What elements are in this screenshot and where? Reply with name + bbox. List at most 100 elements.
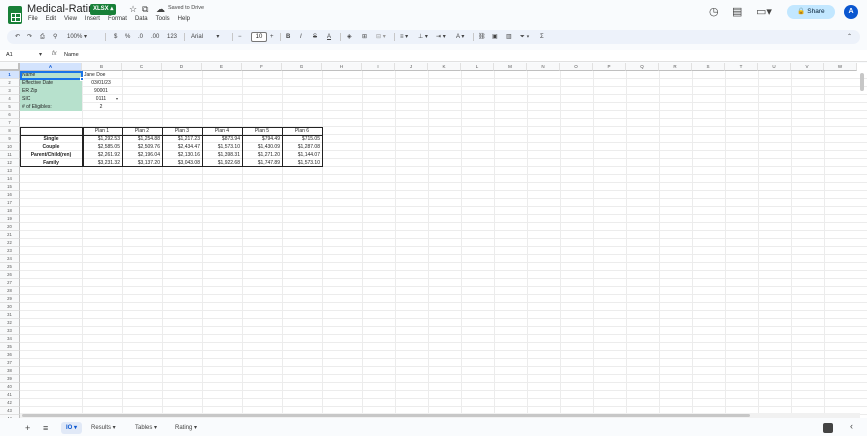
column-header-r[interactable]: R bbox=[659, 63, 692, 71]
menu-data[interactable]: Data bbox=[135, 16, 148, 22]
explore-icon[interactable] bbox=[823, 423, 833, 433]
row-header[interactable]: 12 bbox=[0, 159, 20, 167]
video-camera-icon[interactable]: ▭▾ bbox=[756, 5, 772, 18]
column-header-t[interactable]: T bbox=[725, 63, 758, 71]
fill-color-icon[interactable]: ◈ bbox=[347, 32, 352, 42]
column-header-h[interactable]: H bbox=[322, 63, 362, 71]
info-label[interactable]: ER Zip bbox=[20, 87, 82, 95]
row-header[interactable]: 8 bbox=[0, 127, 20, 135]
text-color-icon[interactable]: A bbox=[327, 32, 331, 42]
column-header-e[interactable]: E bbox=[202, 63, 242, 71]
column-header-j[interactable]: J bbox=[395, 63, 428, 71]
row-header[interactable]: 4 bbox=[0, 95, 20, 103]
borders-icon[interactable]: ⊞ bbox=[362, 32, 367, 42]
vertical-align-icon[interactable]: ⊥ ▾ bbox=[418, 32, 428, 42]
info-value[interactable]: 03/01/23 bbox=[88, 79, 114, 87]
menu-tools[interactable]: Tools bbox=[156, 16, 170, 22]
cloud-saved-icon[interactable]: ☁ bbox=[156, 2, 165, 16]
row-header[interactable]: 23 bbox=[0, 247, 20, 255]
row-header[interactable]: 17 bbox=[0, 199, 20, 207]
add-sheet-button[interactable]: + bbox=[25, 422, 30, 434]
info-value[interactable]: 90001 bbox=[88, 87, 114, 95]
text-wrapping-icon[interactable]: ⇥ ▾ bbox=[436, 32, 446, 42]
vertical-scrollbar-thumb[interactable] bbox=[860, 73, 864, 91]
functions-icon[interactable]: Σ bbox=[540, 32, 544, 42]
column-header-s[interactable]: S bbox=[692, 63, 725, 71]
sheet-tab-io[interactable]: IO ▾ bbox=[61, 422, 83, 434]
collapse-toolbar-icon[interactable]: ⌃ bbox=[847, 32, 852, 42]
row-header[interactable]: 33 bbox=[0, 327, 20, 335]
column-header-c[interactable]: C bbox=[122, 63, 162, 71]
column-header-k[interactable]: K bbox=[428, 63, 461, 71]
column-header-b[interactable]: B bbox=[82, 63, 122, 71]
row-header[interactable]: 35 bbox=[0, 343, 20, 351]
increase-font-size-button[interactable]: + bbox=[270, 32, 274, 42]
move-folder-icon[interactable]: ⧉ bbox=[142, 2, 148, 16]
avatar[interactable]: A bbox=[844, 5, 858, 19]
row-header[interactable]: 1 bbox=[0, 71, 20, 79]
row-header[interactable]: 15 bbox=[0, 183, 20, 191]
strikethrough-icon[interactable]: S bbox=[313, 32, 317, 42]
all-sheets-menu-icon[interactable]: ≡ bbox=[43, 422, 48, 434]
info-label[interactable]: # of Eligibles: bbox=[20, 103, 82, 111]
decrease-decimal-button[interactable]: .0 bbox=[138, 32, 143, 42]
menu-edit[interactable]: Edit bbox=[46, 16, 56, 22]
column-header-q[interactable]: Q bbox=[626, 63, 659, 71]
menu-file[interactable]: File bbox=[28, 16, 38, 22]
filter-icon[interactable]: ⏷ ▾ bbox=[520, 32, 529, 42]
horizontal-align-icon[interactable]: ≡ ▾ bbox=[400, 32, 408, 42]
row-header[interactable]: 36 bbox=[0, 351, 20, 359]
row-header[interactable]: 34 bbox=[0, 335, 20, 343]
menu-insert[interactable]: Insert bbox=[85, 16, 100, 22]
select-all-corner[interactable] bbox=[0, 63, 20, 71]
row-header[interactable]: 25 bbox=[0, 263, 20, 271]
name-box[interactable]: A1 bbox=[6, 52, 13, 58]
text-rotation-icon[interactable]: A ▾ bbox=[456, 32, 464, 42]
info-label[interactable]: SIC bbox=[20, 95, 82, 103]
row-header[interactable]: 37 bbox=[0, 359, 20, 367]
chevron-down-icon[interactable]: ▾ bbox=[116, 96, 118, 101]
column-header-p[interactable]: P bbox=[593, 63, 626, 71]
sheet-tab-rating[interactable]: Rating ▾ bbox=[170, 422, 202, 434]
percent-format-button[interactable]: % bbox=[125, 32, 130, 42]
row-header[interactable]: 26 bbox=[0, 271, 20, 279]
row-header[interactable]: 5 bbox=[0, 103, 20, 111]
undo-icon[interactable]: ↶ bbox=[15, 32, 20, 42]
sheet-tab-results[interactable]: Results ▾ bbox=[86, 422, 121, 434]
column-header-n[interactable]: N bbox=[527, 63, 560, 71]
row-header[interactable]: 14 bbox=[0, 175, 20, 183]
increase-decimal-button[interactable]: .00 bbox=[151, 32, 159, 42]
row-header[interactable]: 29 bbox=[0, 295, 20, 303]
column-header-i[interactable]: I bbox=[362, 63, 395, 71]
row-header[interactable]: 40 bbox=[0, 383, 20, 391]
insert-comment-icon[interactable]: ▣ bbox=[492, 32, 498, 42]
row-header[interactable]: 27 bbox=[0, 279, 20, 287]
sheet-tab-tables[interactable]: Tables ▾ bbox=[130, 422, 162, 434]
chevron-left-icon[interactable]: ‹ bbox=[850, 421, 853, 431]
history-icon[interactable]: ◷ bbox=[709, 5, 719, 18]
bold-icon[interactable]: B bbox=[286, 32, 290, 42]
row-header[interactable]: 43 bbox=[0, 407, 20, 415]
row-header[interactable]: 21 bbox=[0, 231, 20, 239]
currency-format-button[interactable]: $ bbox=[114, 32, 117, 42]
row-header[interactable]: 44 bbox=[0, 415, 20, 418]
row-header[interactable]: 19 bbox=[0, 215, 20, 223]
column-header-v[interactable]: V bbox=[791, 63, 824, 71]
font-size-input[interactable]: 10 bbox=[251, 32, 267, 42]
row-header[interactable]: 38 bbox=[0, 367, 20, 375]
row-header[interactable]: 42 bbox=[0, 399, 20, 407]
row-header[interactable]: 20 bbox=[0, 223, 20, 231]
column-header-u[interactable]: U bbox=[758, 63, 791, 71]
row-header[interactable]: 11 bbox=[0, 151, 20, 159]
insert-chart-icon[interactable]: ▥ bbox=[506, 32, 512, 42]
column-header-o[interactable]: O bbox=[560, 63, 593, 71]
row-header[interactable]: 6 bbox=[0, 111, 20, 119]
italic-icon[interactable]: I bbox=[300, 32, 302, 42]
info-label[interactable]: Effective Date bbox=[20, 79, 82, 87]
row-header[interactable]: 41 bbox=[0, 391, 20, 399]
row-header[interactable]: 28 bbox=[0, 287, 20, 295]
row-header[interactable]: 30 bbox=[0, 303, 20, 311]
fill-handle[interactable] bbox=[80, 77, 84, 81]
row-header[interactable]: 31 bbox=[0, 311, 20, 319]
sheets-logo-icon[interactable] bbox=[8, 6, 22, 24]
